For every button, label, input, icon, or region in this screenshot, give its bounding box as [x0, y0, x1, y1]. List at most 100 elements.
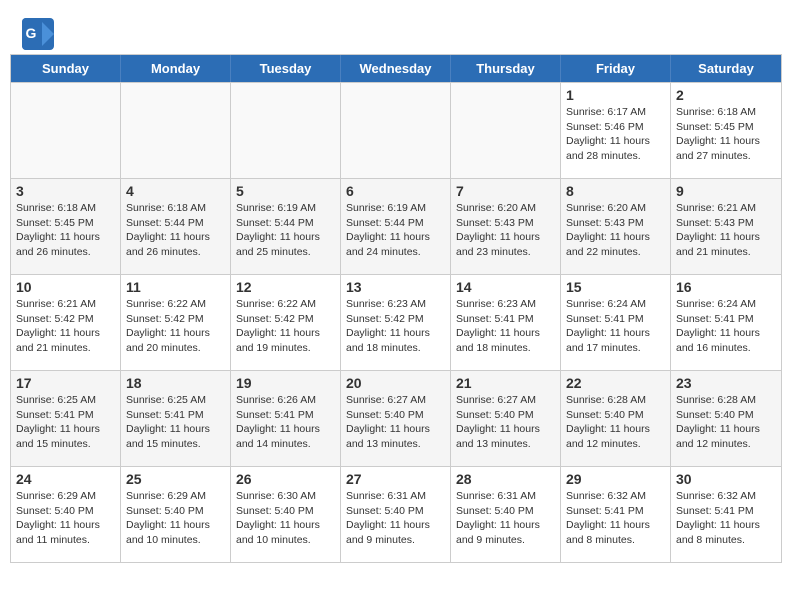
day-info: Sunrise: 6:18 AMSunset: 5:45 PMDaylight:… — [16, 201, 115, 260]
calendar-cell — [451, 83, 561, 178]
logo-icon: G — [20, 16, 50, 46]
day-info: Sunrise: 6:25 AMSunset: 5:41 PMDaylight:… — [126, 393, 225, 452]
calendar-cell: 2 Sunrise: 6:18 AMSunset: 5:45 PMDaylight… — [671, 83, 781, 178]
day-info: Sunrise: 6:27 AMSunset: 5:40 PMDaylight:… — [346, 393, 445, 452]
day-info: Sunrise: 6:21 AMSunset: 5:43 PMDaylight:… — [676, 201, 776, 260]
calendar-cell — [11, 83, 121, 178]
calendar-cell: 3 Sunrise: 6:18 AMSunset: 5:45 PMDaylight… — [11, 179, 121, 274]
calendar-cell: 21 Sunrise: 6:27 AMSunset: 5:40 PMDayligh… — [451, 371, 561, 466]
day-number: 8 — [566, 183, 665, 199]
day-number: 11 — [126, 279, 225, 295]
calendar-week-4: 17 Sunrise: 6:25 AMSunset: 5:41 PMDayligh… — [11, 370, 781, 466]
calendar-week-3: 10 Sunrise: 6:21 AMSunset: 5:42 PMDayligh… — [11, 274, 781, 370]
day-info: Sunrise: 6:24 AMSunset: 5:41 PMDaylight:… — [566, 297, 665, 356]
calendar-cell — [121, 83, 231, 178]
day-info: Sunrise: 6:25 AMSunset: 5:41 PMDaylight:… — [16, 393, 115, 452]
day-number: 23 — [676, 375, 776, 391]
day-number: 5 — [236, 183, 335, 199]
day-number: 22 — [566, 375, 665, 391]
calendar-cell: 26 Sunrise: 6:30 AMSunset: 5:40 PMDayligh… — [231, 467, 341, 562]
calendar-cell: 15 Sunrise: 6:24 AMSunset: 5:41 PMDayligh… — [561, 275, 671, 370]
day-info: Sunrise: 6:26 AMSunset: 5:41 PMDaylight:… — [236, 393, 335, 452]
day-number: 26 — [236, 471, 335, 487]
day-info: Sunrise: 6:20 AMSunset: 5:43 PMDaylight:… — [566, 201, 665, 260]
page-header: G — [0, 0, 792, 54]
calendar-cell: 17 Sunrise: 6:25 AMSunset: 5:41 PMDayligh… — [11, 371, 121, 466]
calendar-cell: 23 Sunrise: 6:28 AMSunset: 5:40 PMDayligh… — [671, 371, 781, 466]
day-number: 29 — [566, 471, 665, 487]
calendar-body: 1Sunrise: 6:17 AMSunset: 5:46 PMDaylight… — [11, 82, 781, 562]
day-number: 7 — [456, 183, 555, 199]
calendar-cell: 19 Sunrise: 6:26 AMSunset: 5:41 PMDayligh… — [231, 371, 341, 466]
day-info: Sunrise: 6:23 AMSunset: 5:42 PMDaylight:… — [346, 297, 445, 356]
calendar: SundayMondayTuesdayWednesdayThursdayFrid… — [10, 54, 782, 563]
calendar-cell: 27 Sunrise: 6:31 AMSunset: 5:40 PMDayligh… — [341, 467, 451, 562]
day-info: Sunrise: 6:23 AMSunset: 5:41 PMDaylight:… — [456, 297, 555, 356]
day-number: 1 — [566, 87, 665, 103]
weekday-header-sunday: Sunday — [11, 55, 121, 82]
day-info: Sunrise: 6:27 AMSunset: 5:40 PMDaylight:… — [456, 393, 555, 452]
day-info: Sunrise: 6:18 AMSunset: 5:44 PMDaylight:… — [126, 201, 225, 260]
day-info: Sunrise: 6:31 AMSunset: 5:40 PMDaylight:… — [346, 489, 445, 548]
day-info: Sunrise: 6:21 AMSunset: 5:42 PMDaylight:… — [16, 297, 115, 356]
calendar-cell: 5Sunrise: 6:19 AMSunset: 5:44 PMDaylight… — [231, 179, 341, 274]
calendar-header: SundayMondayTuesdayWednesdayThursdayFrid… — [11, 55, 781, 82]
day-info: Sunrise: 6:18 AMSunset: 5:45 PMDaylight:… — [676, 105, 776, 164]
day-number: 9 — [676, 183, 776, 199]
day-info: Sunrise: 6:32 AMSunset: 5:41 PMDaylight:… — [566, 489, 665, 548]
day-number: 30 — [676, 471, 776, 487]
day-number: 13 — [346, 279, 445, 295]
day-number: 14 — [456, 279, 555, 295]
logo: G — [20, 16, 52, 46]
calendar-week-2: 3 Sunrise: 6:18 AMSunset: 5:45 PMDaylight… — [11, 178, 781, 274]
weekday-header-friday: Friday — [561, 55, 671, 82]
calendar-cell: 10 Sunrise: 6:21 AMSunset: 5:42 PMDayligh… — [11, 275, 121, 370]
day-number: 17 — [16, 375, 115, 391]
calendar-week-1: 1Sunrise: 6:17 AMSunset: 5:46 PMDaylight… — [11, 82, 781, 178]
day-number: 19 — [236, 375, 335, 391]
weekday-header-tuesday: Tuesday — [231, 55, 341, 82]
day-number: 18 — [126, 375, 225, 391]
calendar-cell: 12 Sunrise: 6:22 AMSunset: 5:42 PMDayligh… — [231, 275, 341, 370]
weekday-header-monday: Monday — [121, 55, 231, 82]
day-info: Sunrise: 6:30 AMSunset: 5:40 PMDaylight:… — [236, 489, 335, 548]
day-info: Sunrise: 6:24 AMSunset: 5:41 PMDaylight:… — [676, 297, 776, 356]
calendar-cell: 7Sunrise: 6:20 AMSunset: 5:43 PMDaylight… — [451, 179, 561, 274]
weekday-header-saturday: Saturday — [671, 55, 781, 82]
calendar-cell: 25Sunrise: 6:29 AMSunset: 5:40 PMDayligh… — [121, 467, 231, 562]
calendar-cell: 28 Sunrise: 6:31 AMSunset: 5:40 PMDayligh… — [451, 467, 561, 562]
day-number: 10 — [16, 279, 115, 295]
day-info: Sunrise: 6:22 AMSunset: 5:42 PMDaylight:… — [236, 297, 335, 356]
day-number: 20 — [346, 375, 445, 391]
day-info: Sunrise: 6:29 AMSunset: 5:40 PMDaylight:… — [16, 489, 115, 548]
day-info: Sunrise: 6:29 AMSunset: 5:40 PMDaylight:… — [126, 489, 225, 548]
day-info: Sunrise: 6:19 AMSunset: 5:44 PMDaylight:… — [346, 201, 445, 260]
day-info: Sunrise: 6:28 AMSunset: 5:40 PMDaylight:… — [676, 393, 776, 452]
calendar-cell: 4 Sunrise: 6:18 AMSunset: 5:44 PMDaylight… — [121, 179, 231, 274]
day-number: 3 — [16, 183, 115, 199]
day-number: 24 — [16, 471, 115, 487]
day-number: 2 — [676, 87, 776, 103]
calendar-cell: 24 Sunrise: 6:29 AMSunset: 5:40 PMDayligh… — [11, 467, 121, 562]
calendar-cell: 1Sunrise: 6:17 AMSunset: 5:46 PMDaylight… — [561, 83, 671, 178]
calendar-week-5: 24 Sunrise: 6:29 AMSunset: 5:40 PMDayligh… — [11, 466, 781, 562]
day-info: Sunrise: 6:31 AMSunset: 5:40 PMDaylight:… — [456, 489, 555, 548]
calendar-cell: 29 Sunrise: 6:32 AMSunset: 5:41 PMDayligh… — [561, 467, 671, 562]
calendar-cell: 18 Sunrise: 6:25 AMSunset: 5:41 PMDayligh… — [121, 371, 231, 466]
day-number: 28 — [456, 471, 555, 487]
calendar-cell: 20 Sunrise: 6:27 AMSunset: 5:40 PMDayligh… — [341, 371, 451, 466]
calendar-cell: 30Sunrise: 6:32 AMSunset: 5:41 PMDayligh… — [671, 467, 781, 562]
day-number: 21 — [456, 375, 555, 391]
weekday-header-wednesday: Wednesday — [341, 55, 451, 82]
calendar-cell — [231, 83, 341, 178]
day-info: Sunrise: 6:22 AMSunset: 5:42 PMDaylight:… — [126, 297, 225, 356]
day-number: 4 — [126, 183, 225, 199]
calendar-cell — [341, 83, 451, 178]
day-number: 12 — [236, 279, 335, 295]
calendar-cell: 6Sunrise: 6:19 AMSunset: 5:44 PMDaylight… — [341, 179, 451, 274]
svg-text:G: G — [26, 25, 37, 41]
day-info: Sunrise: 6:28 AMSunset: 5:40 PMDaylight:… — [566, 393, 665, 452]
day-number: 27 — [346, 471, 445, 487]
day-number: 15 — [566, 279, 665, 295]
calendar-cell: 13 Sunrise: 6:23 AMSunset: 5:42 PMDayligh… — [341, 275, 451, 370]
